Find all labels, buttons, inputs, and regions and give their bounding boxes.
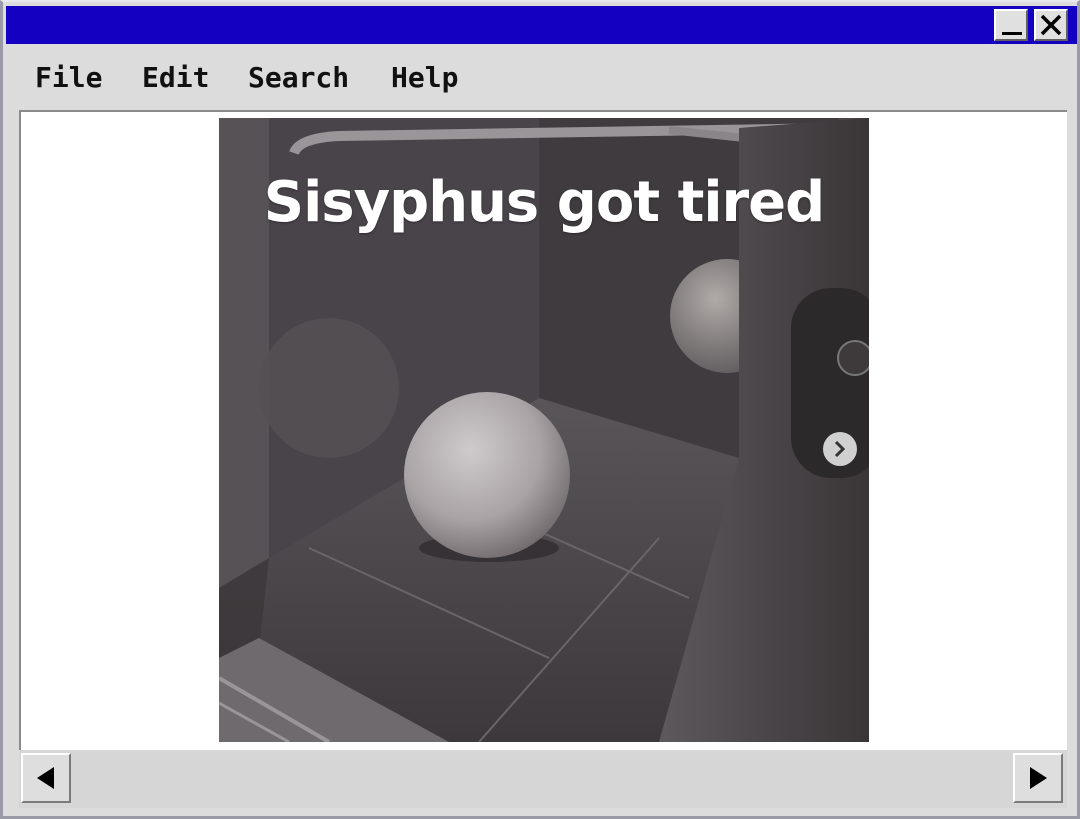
minimize-button[interactable] [994,9,1028,41]
arrow-right-icon [1030,767,1047,789]
arrow-left-icon [37,767,54,789]
app-window: File Edit Search Help Sisyphus got tired [0,0,1080,819]
menu-search[interactable]: Search [248,61,349,94]
close-button[interactable] [1034,9,1068,41]
scroll-left-button[interactable] [21,753,71,803]
title-bar[interactable] [6,6,1077,44]
menu-bar: File Edit Search Help [6,46,1077,108]
menu-file[interactable]: File [35,61,102,94]
menu-edit[interactable]: Edit [142,61,209,94]
content-area: Sisyphus got tired [19,110,1067,750]
next-image-button[interactable] [823,432,857,466]
minimize-icon [1002,32,1022,35]
meme-image: Sisyphus got tired [219,118,869,742]
scroll-right-button[interactable] [1013,753,1063,803]
menu-help[interactable]: Help [391,61,458,94]
horizontal-scrollbar[interactable] [19,750,1067,808]
close-icon [1040,14,1062,36]
meme-caption: Sisyphus got tired [263,170,825,235]
